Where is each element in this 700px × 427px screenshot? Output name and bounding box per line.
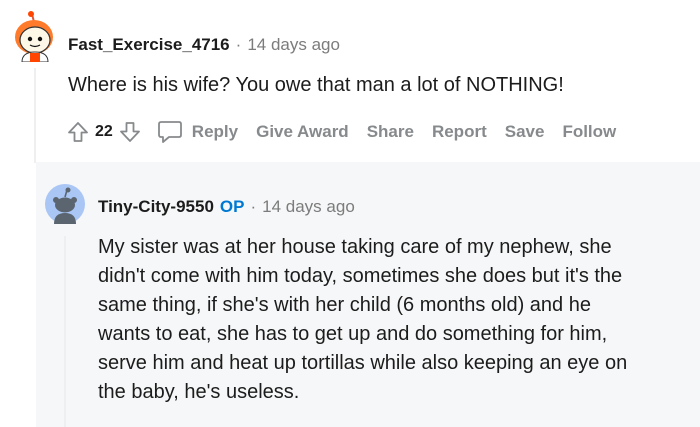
comment-body: Where is his wife? You owe that man a lo…	[68, 74, 564, 96]
comment-bubble-icon	[157, 121, 182, 143]
reply-line: same thing, if she's with her child (6 m…	[98, 294, 591, 316]
reply-label: Reply	[191, 122, 239, 141]
thread-line[interactable]	[34, 68, 36, 163]
op-badge: OP	[219, 197, 245, 216]
vote-score: 22	[95, 123, 113, 140]
report-button[interactable]: Report	[432, 122, 487, 142]
reply-line: My sister was at her house taking care o…	[98, 236, 612, 258]
meta-separator: ·	[250, 197, 257, 216]
comment: Fast_Exercise_4716 · 14 days ago Where is …	[0, 0, 700, 163]
snoo-avatar-icon[interactable]	[10, 10, 58, 63]
downvote-icon[interactable]	[116, 118, 144, 146]
meta-separator: ·	[235, 35, 242, 54]
reply-author[interactable]: Tiny-City-9550	[98, 197, 214, 216]
comment-meta: Fast_Exercise_4716 · 14 days ago	[68, 35, 340, 55]
upvote-icon[interactable]	[64, 118, 92, 146]
follow-button[interactable]: Follow	[562, 122, 616, 142]
reply-button[interactable]: Reply	[156, 119, 238, 145]
reply-meta: Tiny-City-9550 OP · 14 days ago	[98, 197, 355, 217]
reply-line: serve him and heat up tortillas while al…	[98, 352, 628, 374]
reply-line: the baby, he's useless.	[98, 381, 300, 403]
default-snoo-avatar-icon[interactable]	[45, 184, 85, 224]
save-button[interactable]: Save	[505, 122, 545, 142]
give-award-button[interactable]: Give Award	[256, 122, 349, 142]
comment-actions: 22 Reply Give Award Share Report Save Fo…	[64, 116, 616, 148]
reply-line: didn't come with him today, sometimes sh…	[98, 265, 623, 287]
reply-body: My sister was at her house taking care o…	[98, 233, 688, 407]
comment-time[interactable]: 14 days ago	[247, 35, 340, 54]
reply-time[interactable]: 14 days ago	[262, 197, 355, 216]
reply-line: wants to eat, she has to get up and do s…	[98, 323, 608, 345]
thread-line[interactable]	[64, 236, 66, 427]
comment-author[interactable]: Fast_Exercise_4716	[68, 35, 230, 54]
share-button[interactable]: Share	[367, 122, 414, 142]
